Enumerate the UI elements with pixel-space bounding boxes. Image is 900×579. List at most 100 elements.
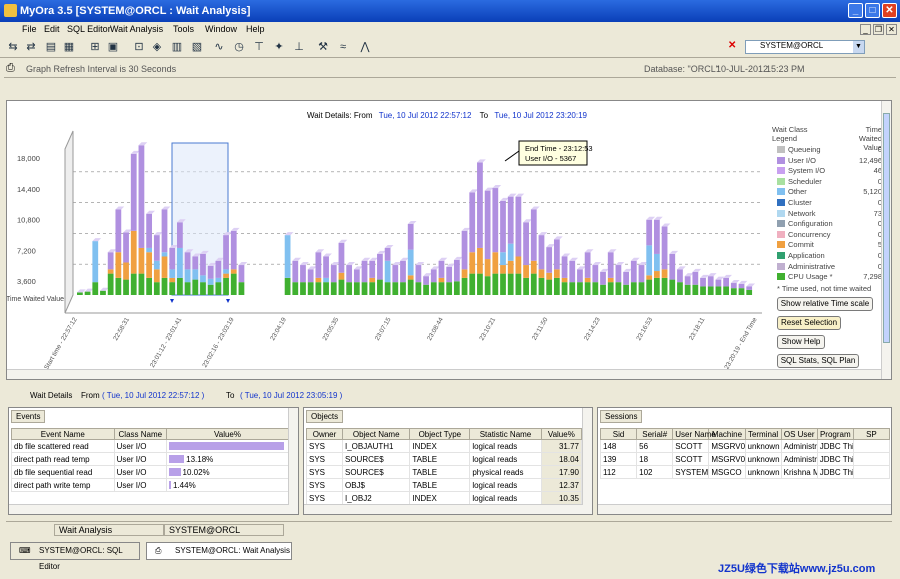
close-button[interactable]: ✕ — [882, 3, 897, 18]
show-help-button[interactable]: Show Help — [777, 335, 825, 349]
menu-help[interactable]: Help — [246, 24, 265, 34]
bar-segment — [115, 252, 122, 278]
table-row[interactable]: SYS I_OBJ2 INDEX logical reads 10.35 — [306, 491, 583, 505]
scroll-thumb[interactable] — [883, 113, 890, 343]
events-scrollbar[interactable] — [288, 408, 298, 514]
menu-file[interactable]: File — [22, 24, 37, 34]
reset-selection-button[interactable]: Reset Selection — [777, 316, 841, 330]
bar-segment — [230, 230, 237, 270]
tools-icon[interactable]: ⚒ — [316, 40, 330, 54]
sql-top-icon[interactable]: ⊤ — [252, 40, 266, 54]
disconnect-icon[interactable]: ⇄ — [24, 40, 38, 54]
column-header[interactable]: Terminal — [744, 428, 782, 440]
column-header[interactable]: Event Name — [11, 428, 115, 440]
table-row[interactable]: SYS SOURCE$ TABLE physical reads 17.90 — [306, 465, 583, 479]
sessions-hscrollbar[interactable] — [598, 504, 891, 514]
tooltip-text: End Time - 23:12:53 — [525, 144, 593, 153]
wait-chart[interactable]: 18,000 14,400 10,800 7,200 3,600 Time Waited … — [7, 101, 767, 379]
column-header[interactable]: Statistic Name — [469, 428, 542, 440]
table-row[interactable]: SYS OBJ$ TABLE logical reads 12.37 — [306, 478, 583, 492]
minimize-button[interactable]: _ — [848, 3, 863, 18]
table-row[interactable]: 14856SCOTTMSGRV0unknownAdministratorJDBC… — [599, 439, 891, 453]
instance-icon[interactable]: ▣ — [106, 40, 120, 54]
events-tab[interactable]: Events — [11, 410, 46, 423]
lightbulb-icon[interactable]: ✦ — [272, 40, 286, 54]
sql-editor-icon[interactable]: ▤ — [44, 40, 58, 54]
column-header[interactable]: Value% — [166, 428, 289, 440]
bar-top — [684, 273, 694, 277]
table-cell: Administrator — [780, 452, 818, 466]
maximize-button[interactable]: □ — [865, 3, 880, 18]
column-header[interactable]: Machine — [708, 428, 746, 440]
table-row[interactable]: db file sequential read User I/O 10.02% — [11, 465, 289, 479]
refresh-icon[interactable]: ⎙ — [6, 62, 15, 75]
column-header[interactable]: Sid — [599, 428, 638, 440]
bar-top — [653, 216, 663, 220]
table-row[interactable]: SYS SOURCE$ TABLE logical reads 18.04 — [306, 452, 583, 466]
taskbar-tab-wait-analysis[interactable]: ⎙ SYSTEM@ORCL: Wait Analysis — [146, 542, 292, 560]
column-header[interactable]: Value% — [540, 428, 583, 440]
database-icon[interactable]: ▥ — [170, 40, 184, 54]
table-row[interactable]: db file scattered read User I/O — [11, 439, 289, 453]
bar-segment — [177, 247, 183, 278]
connect-icon[interactable]: ⇆ — [6, 40, 20, 54]
bar-top — [238, 262, 248, 266]
table-row[interactable]: 13918SCOTTMSGRV0unknownAdministratorJDBC… — [599, 452, 891, 466]
menu-edit[interactable]: Edit — [44, 24, 60, 34]
events-hscrollbar[interactable] — [9, 504, 289, 514]
value-cell: 1.44% — [166, 478, 289, 492]
report-icon[interactable]: ▧ — [190, 40, 204, 54]
legend-item: Scheduler 0 — [772, 177, 882, 187]
objects-scrollbar[interactable] — [582, 408, 592, 514]
bar-segment — [392, 282, 399, 295]
clock-icon[interactable]: ◷ — [232, 40, 246, 54]
menu-wait-analysis[interactable]: Wait Analysis — [110, 24, 163, 34]
table-row[interactable]: direct path read temp User I/O 13.18% — [11, 452, 289, 466]
taskbar-tab-sql-editor[interactable]: ⌨ SYSTEM@ORCL: SQL Editor — [10, 542, 140, 571]
column-header[interactable]: SP — [852, 428, 891, 440]
bar-top — [461, 227, 471, 231]
table-cell: JDBC Thin Client — [816, 452, 854, 466]
chevron-down-icon: ▼ — [853, 41, 864, 53]
schema-browser-icon[interactable]: ▦ — [62, 40, 76, 54]
connection-select[interactable]: SYSTEM@ORCL ▼ — [745, 40, 865, 54]
table-row[interactable]: 112102SYSTEMMSGCOunknownKrishna MurthyJD… — [599, 465, 891, 479]
objects-tab[interactable]: Objects — [306, 410, 344, 423]
column-header[interactable]: OS User — [780, 428, 818, 440]
relative-time-button[interactable]: Show relative Time scale — [777, 297, 873, 311]
mdi-close-button[interactable]: ✕ — [886, 24, 897, 35]
column-header[interactable]: User Name — [672, 428, 716, 440]
sql-stats-icon[interactable]: ⊥ — [292, 40, 306, 54]
column-header[interactable]: Class Name — [113, 428, 168, 440]
bar-segment — [207, 265, 214, 279]
objects-hscrollbar[interactable] — [304, 504, 583, 514]
chart-icon[interactable]: ⋀ — [358, 40, 372, 54]
column-header[interactable]: Program — [816, 428, 854, 440]
column-header[interactable]: Object Type — [409, 428, 471, 440]
session-browser-icon[interactable]: ⊞ — [88, 40, 102, 54]
bar-segment — [623, 284, 629, 295]
sessions-tab[interactable]: Sessions — [600, 410, 643, 423]
value-bar — [169, 481, 171, 490]
mdi-minimize-button[interactable]: _ — [860, 24, 871, 35]
chart-horizontal-scrollbar[interactable] — [7, 369, 881, 379]
column-header[interactable]: Owner — [306, 428, 343, 440]
tablespace-icon[interactable]: ◈ — [150, 40, 164, 54]
close-connection-icon[interactable]: ✕ — [728, 40, 736, 51]
menu-window[interactable]: Window — [205, 24, 237, 34]
chart-vertical-scrollbar[interactable] — [881, 101, 891, 379]
graph-icon[interactable]: ∿ — [212, 40, 226, 54]
column-header[interactable]: Object Name — [341, 428, 411, 440]
sql-stats-button[interactable]: SQL Stats, SQL Plan — [777, 354, 859, 368]
table-cell: TABLE — [409, 452, 471, 466]
table-row[interactable]: SYS I_OBJAUTH1 INDEX logical reads 31.77 — [306, 439, 583, 453]
menu-tools[interactable]: Tools — [173, 24, 194, 34]
locks-icon[interactable]: ⊡ — [132, 40, 146, 54]
bar-top — [715, 276, 725, 280]
legend-item: Other 5,120 — [772, 187, 882, 197]
column-header[interactable]: Serial# — [636, 428, 674, 440]
menu-sql-editor[interactable]: SQL Editor — [67, 24, 111, 34]
table-row[interactable]: direct path write temp User I/O 1.44% — [11, 478, 289, 492]
wave-icon[interactable]: ≈ — [336, 40, 350, 54]
mdi-restore-button[interactable]: ❐ — [873, 24, 884, 35]
